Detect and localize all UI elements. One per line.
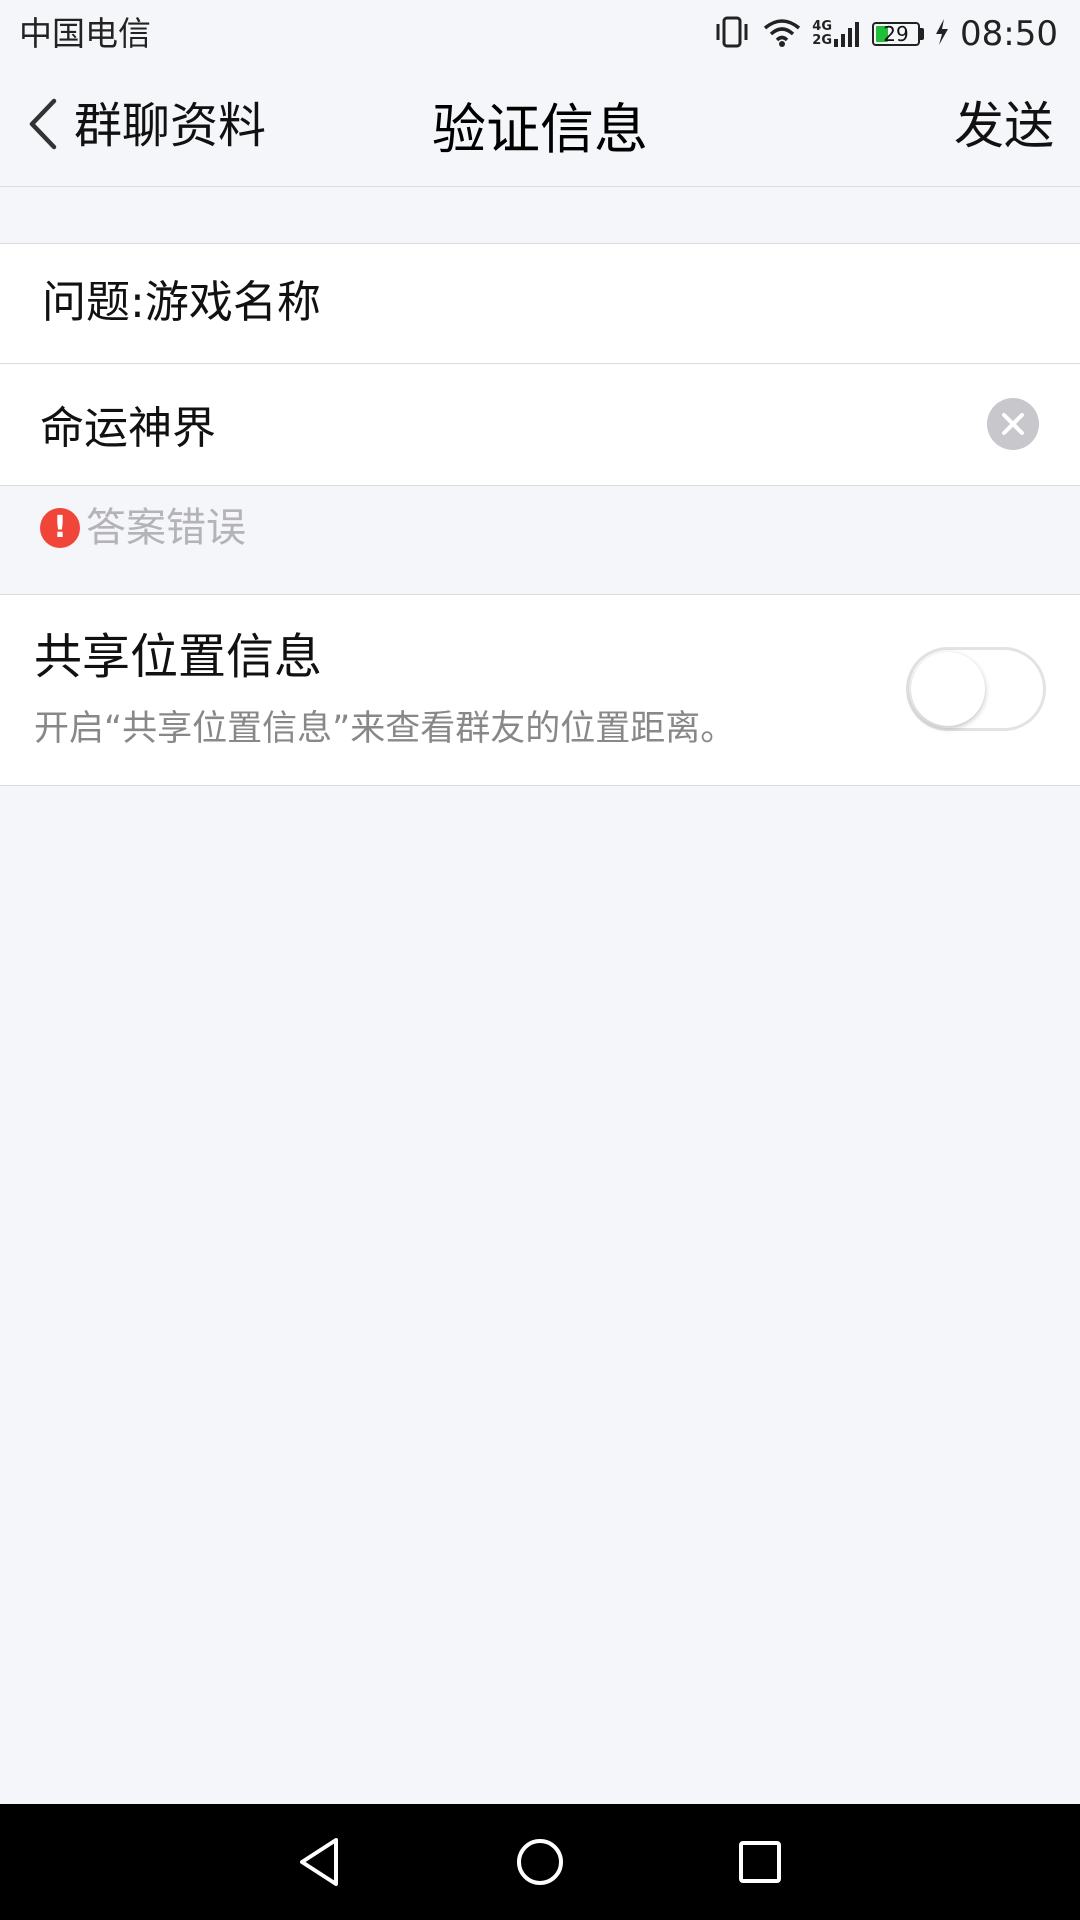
error-alert-icon: ! xyxy=(40,508,80,548)
charging-icon xyxy=(934,18,950,50)
back-label: 群聊资料 xyxy=(74,98,267,154)
cellular-signal-icon: 4G 2G xyxy=(812,19,862,49)
status-bar: 中国电信 4G 2G 29 08:50 xyxy=(0,0,1080,68)
send-button[interactable]: 发送 xyxy=(954,90,1054,162)
error-text: 答案错误 xyxy=(86,505,246,551)
battery-icon: 29 xyxy=(872,22,921,46)
back-button[interactable]: 群聊资料 xyxy=(28,90,266,162)
circle-home-icon xyxy=(510,1839,570,1896)
battery-tip xyxy=(920,28,925,40)
status-icons: 4G 2G 29 08:50 xyxy=(712,10,1058,58)
share-location-description: 开启“共享位置信息”来查看群友的位置距离。 xyxy=(34,709,736,749)
wifi-icon xyxy=(762,16,802,52)
clear-input-button[interactable] xyxy=(987,398,1039,450)
share-location-toggle[interactable] xyxy=(906,647,1046,731)
answer-row xyxy=(0,364,1080,484)
carrier-name: 中国电信 xyxy=(19,14,151,53)
square-recents-icon xyxy=(730,1841,790,1896)
clock: 08:50 xyxy=(960,14,1058,54)
navigation-bar: 群聊资料 验证信息 发送 xyxy=(0,68,1080,187)
system-recents-button[interactable] xyxy=(730,1832,790,1892)
battery-level: 29 xyxy=(883,22,909,46)
chevron-left-icon xyxy=(28,98,58,154)
close-icon xyxy=(987,413,1039,454)
share-location-card: 共享位置信息 开启“共享位置信息”来查看群友的位置距离。 xyxy=(0,594,1080,786)
network-type-bottom: 2G xyxy=(812,33,833,48)
system-back-button[interactable] xyxy=(290,1832,350,1892)
verification-card: 问题:游戏名称 xyxy=(0,243,1080,486)
vibrate-icon xyxy=(712,15,752,53)
question-text: 问题:游戏名称 xyxy=(42,277,321,328)
battery-indicator: 29 xyxy=(872,22,925,46)
system-home-button[interactable] xyxy=(510,1832,570,1892)
question-row: 问题:游戏名称 xyxy=(0,244,1080,364)
triangle-back-icon xyxy=(290,1838,350,1896)
error-message: ! 答案错误 xyxy=(40,505,246,551)
network-type-top: 4G xyxy=(812,19,833,34)
answer-input[interactable] xyxy=(40,386,940,462)
toggle-knob xyxy=(911,652,985,726)
system-navigation-bar xyxy=(0,1804,1080,1920)
share-location-title: 共享位置信息 xyxy=(34,629,323,685)
